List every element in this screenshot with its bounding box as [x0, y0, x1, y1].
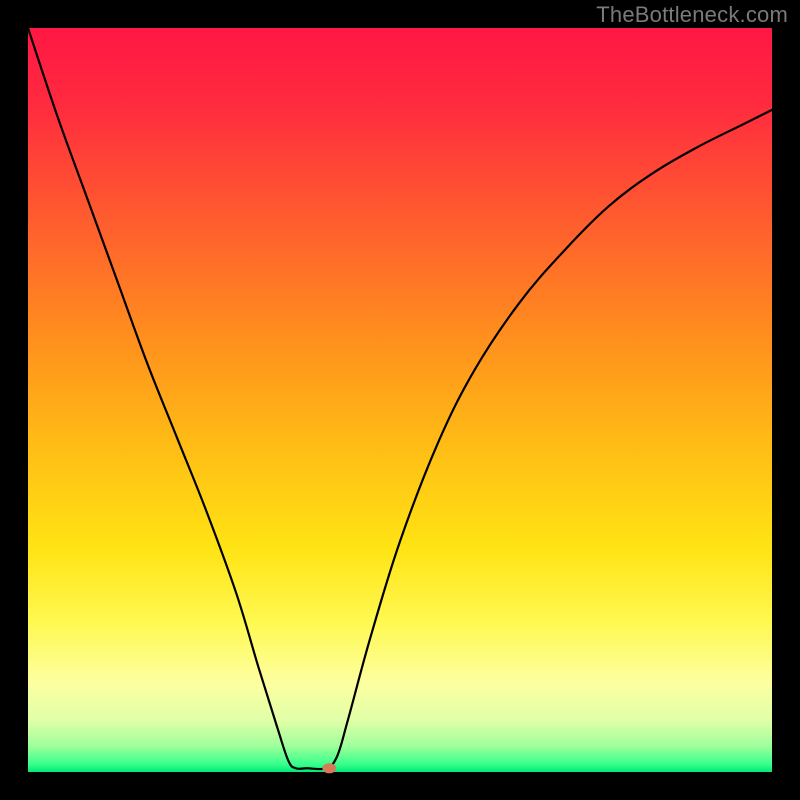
chart-frame: TheBottleneck.com — [0, 0, 800, 800]
bottleneck-chart — [0, 0, 800, 800]
optimal-marker — [322, 763, 336, 773]
plot-background — [28, 28, 772, 772]
watermark-text: TheBottleneck.com — [596, 2, 788, 28]
